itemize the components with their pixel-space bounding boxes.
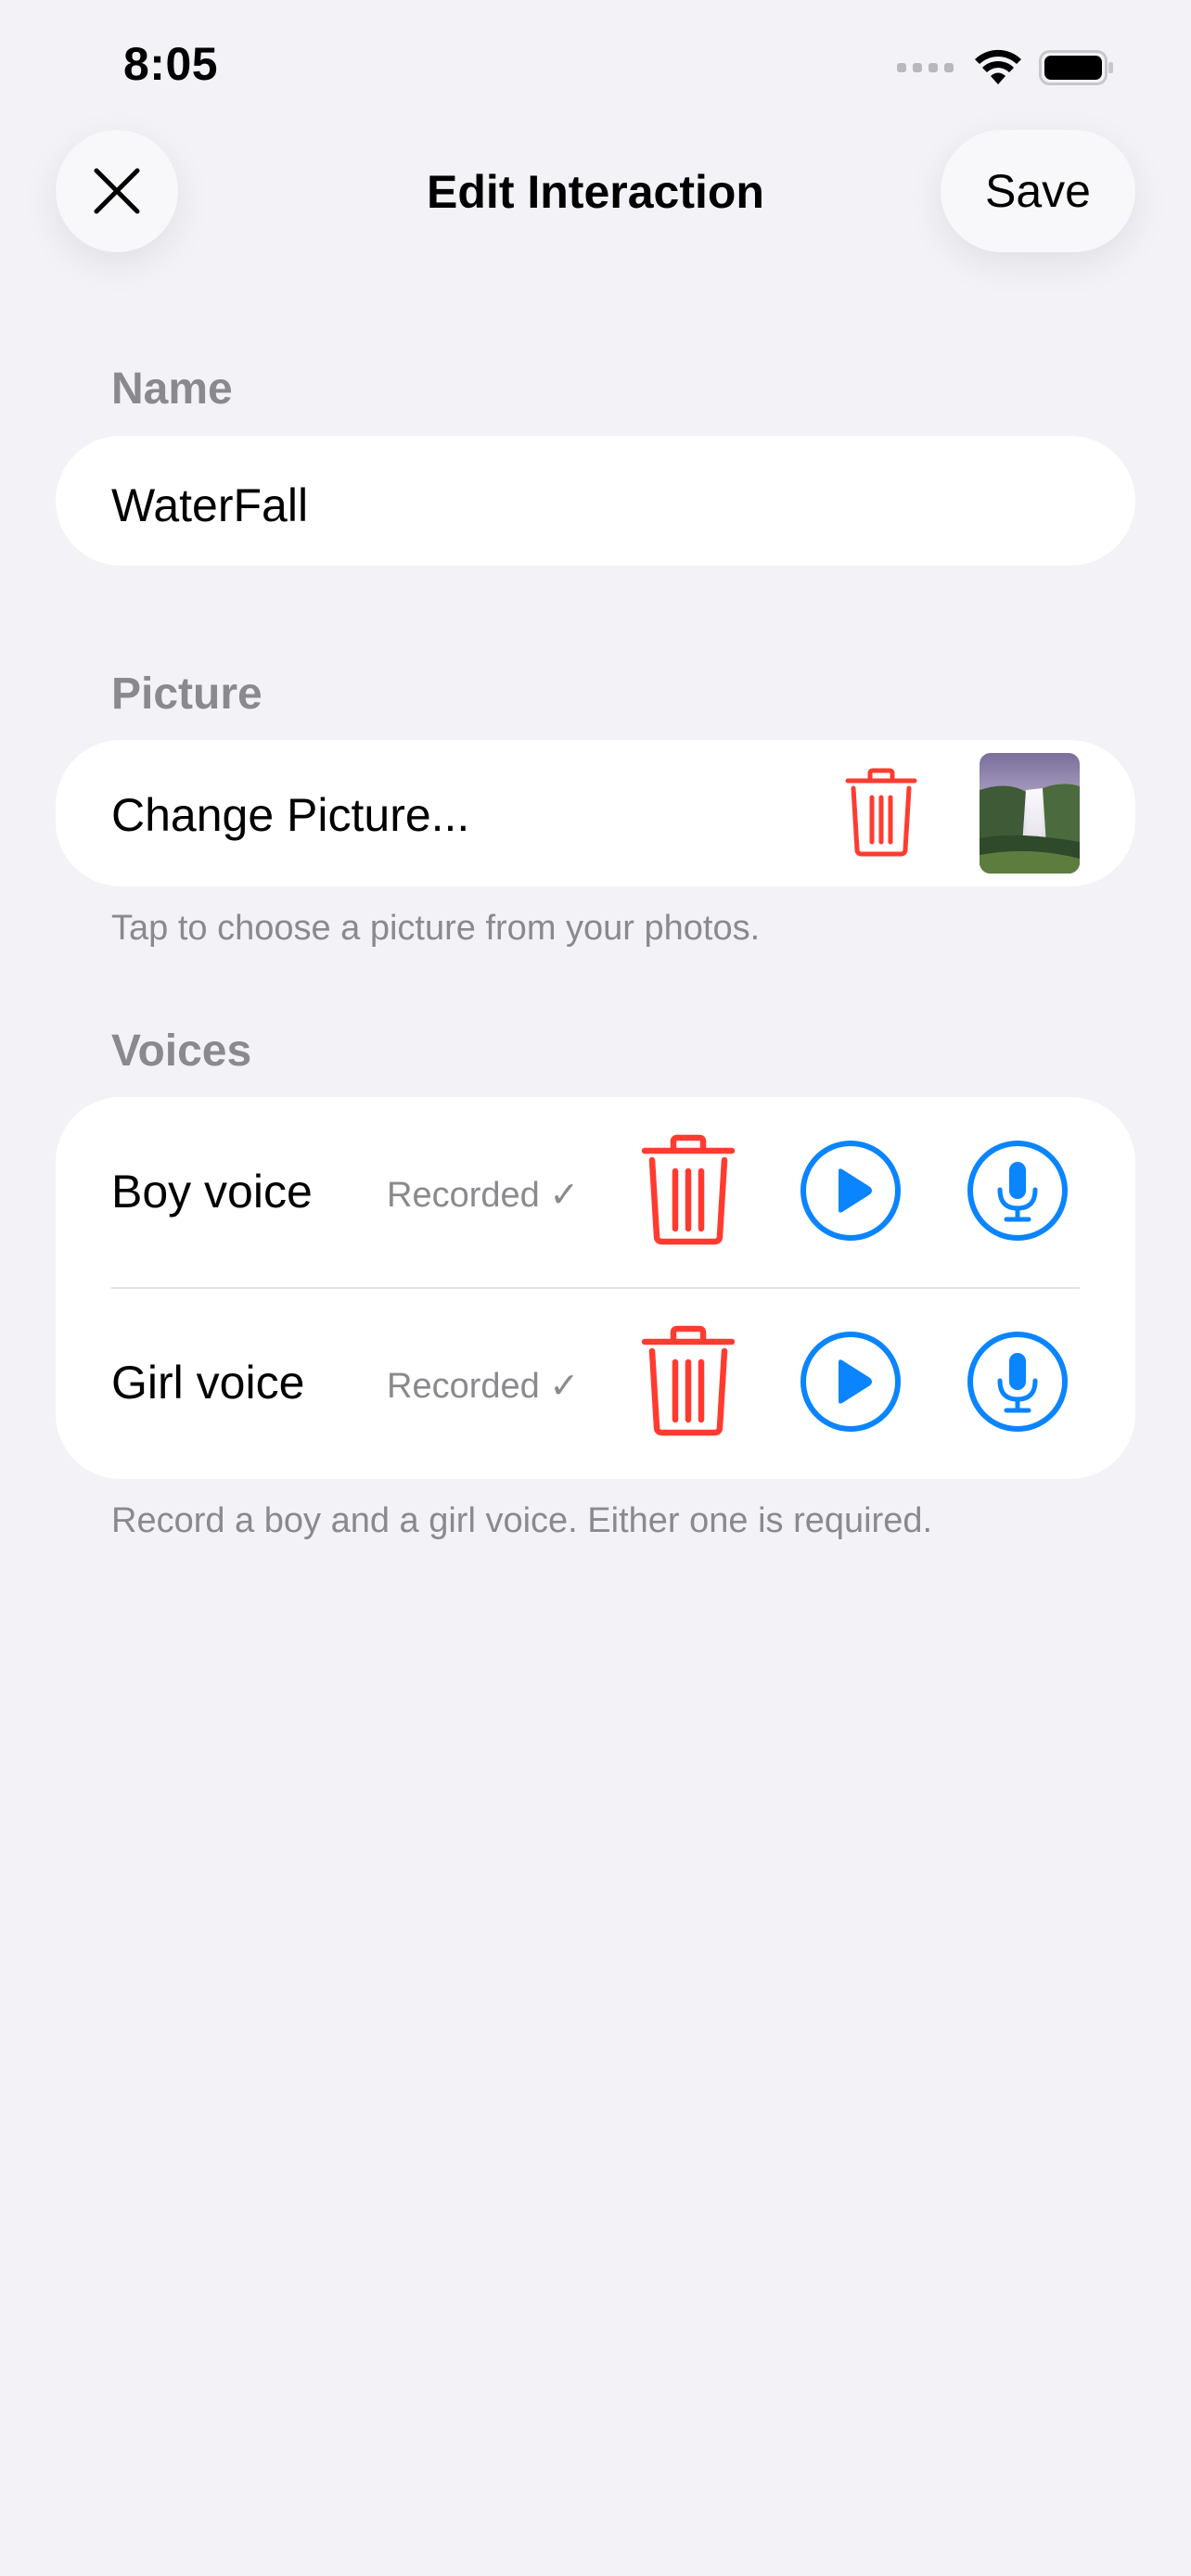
battery-icon xyxy=(1039,50,1113,85)
voice-name: Boy voice xyxy=(111,1166,313,1218)
delete-picture-button[interactable] xyxy=(844,768,918,861)
voices-footnote: Record a boy and a girl voice. Either on… xyxy=(111,1501,933,1540)
voice-name: Girl voice xyxy=(111,1357,305,1409)
cellular-signal-icon xyxy=(897,63,954,72)
play-voice-button[interactable] xyxy=(800,1140,902,1246)
status-icons xyxy=(897,45,1115,91)
list-item: Girl voice Recorded ✓ xyxy=(56,1288,1135,1479)
voice-status: Recorded ✓ xyxy=(387,1367,580,1406)
name-field-value[interactable]: WaterFall xyxy=(111,478,308,532)
record-voice-button[interactable] xyxy=(967,1140,1069,1246)
play-circle-icon xyxy=(800,1332,901,1432)
picture-thumbnail[interactable] xyxy=(980,753,1080,874)
voices-list: Boy voice Recorded ✓ Girl voice Recorded… xyxy=(56,1097,1135,1479)
picture-section-label: Picture xyxy=(111,670,263,719)
record-voice-button[interactable] xyxy=(967,1331,1069,1437)
trash-icon xyxy=(641,1134,736,1245)
delete-voice-button[interactable] xyxy=(640,1134,736,1250)
wifi-icon xyxy=(975,49,1021,84)
voice-status: Recorded ✓ xyxy=(387,1176,580,1215)
status-time: 8:05 xyxy=(123,38,219,90)
navigation-bar: Edit Interaction Save xyxy=(0,130,1191,255)
delete-voice-button[interactable] xyxy=(640,1325,736,1441)
name-section-label: Name xyxy=(111,364,233,414)
mic-circle-icon xyxy=(967,1332,1068,1432)
trash-icon xyxy=(641,1325,736,1436)
status-bar: 8:05 xyxy=(0,0,1191,130)
voices-section-label: Voices xyxy=(111,1027,252,1076)
play-voice-button[interactable] xyxy=(800,1331,902,1437)
picture-row[interactable]: Change Picture... xyxy=(56,740,1135,886)
trash-icon xyxy=(845,768,917,857)
change-picture-button[interactable]: Change Picture... xyxy=(111,788,469,842)
list-item: Boy voice Recorded ✓ xyxy=(56,1097,1135,1289)
name-field[interactable]: WaterFall xyxy=(56,436,1135,566)
picture-footnote: Tap to choose a picture from your photos… xyxy=(111,909,761,948)
play-circle-icon xyxy=(800,1141,901,1241)
mic-circle-icon xyxy=(967,1141,1068,1241)
save-button[interactable]: Save xyxy=(941,130,1135,252)
